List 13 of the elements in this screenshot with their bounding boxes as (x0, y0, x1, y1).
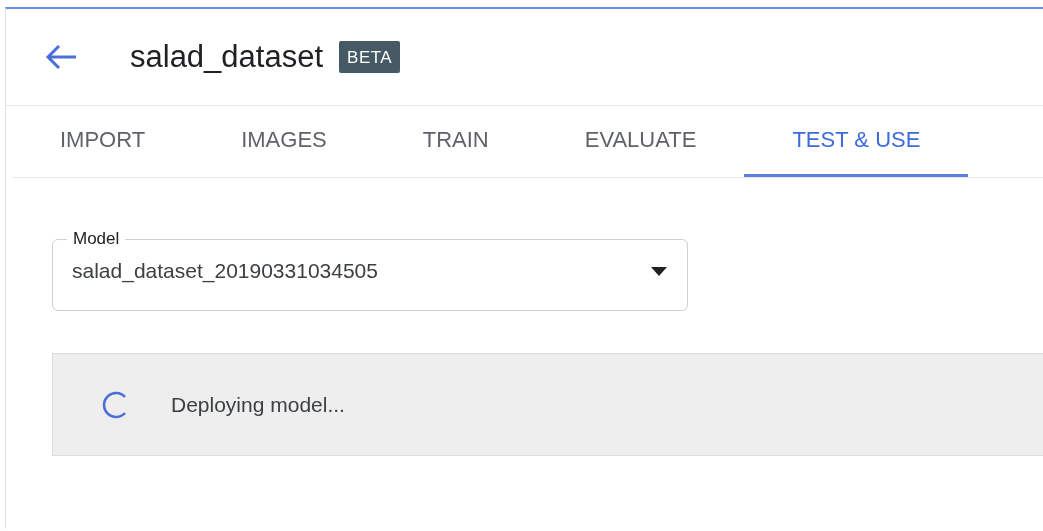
tab[interactable]: TRAIN (374, 106, 537, 177)
deploying-message: Deploying model... (171, 392, 345, 417)
tab[interactable]: TEST & USE (744, 106, 969, 177)
caret-icon (651, 266, 667, 276)
loading-spinner-icon (101, 390, 129, 419)
dataset-title: salad_dataset (130, 39, 324, 75)
beta-badge: BETA (339, 41, 401, 73)
back-arrow-icon[interactable] (44, 43, 78, 71)
tab[interactable]: IMAGES (193, 106, 375, 177)
tab[interactable]: EVALUATE (536, 106, 745, 177)
model-dropdown[interactable]: Model salad_dataset_20190331034505 (52, 229, 688, 311)
tab[interactable]: IMPORT (12, 106, 194, 177)
model-label: Model (72, 229, 121, 249)
